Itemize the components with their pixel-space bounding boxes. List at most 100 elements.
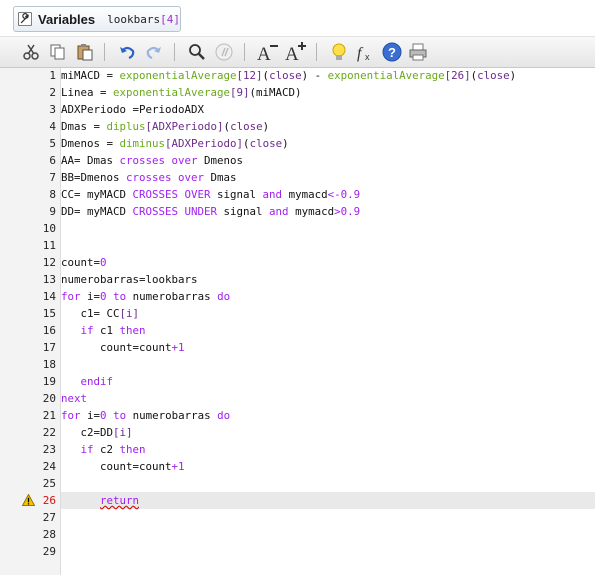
code-line[interactable]: 29 <box>0 543 595 560</box>
copy-button[interactable] <box>47 41 69 63</box>
print-icon <box>409 43 427 61</box>
code-text[interactable]: next <box>61 390 595 407</box>
code-text[interactable]: AA= Dmas crosses over Dmenos <box>61 152 595 169</box>
code-line[interactable]: 16 if c1 then <box>0 322 595 339</box>
code-text[interactable] <box>61 220 595 237</box>
code-text[interactable]: return <box>61 492 595 509</box>
code-line[interactable]: 26 return <box>0 492 595 509</box>
paste-button[interactable] <box>74 41 96 63</box>
code-text[interactable]: count=count+1 <box>61 339 595 356</box>
code-text[interactable] <box>61 543 595 560</box>
font-increase-button[interactable]: A <box>284 41 308 63</box>
code-token: close <box>230 120 263 133</box>
code-line[interactable]: 5 Dmenos = diminus[ADXPeriodo](close) <box>0 135 595 152</box>
code-text[interactable]: miMACD = exponentialAverage[12](close) -… <box>61 67 595 84</box>
code-text[interactable]: CC= myMACD CROSSES OVER signal and mymac… <box>61 186 595 203</box>
code-line[interactable]: 22 c2=DD[i] <box>0 424 595 441</box>
code-line[interactable]: 13 numerobarras=lookbars <box>0 271 595 288</box>
code-text[interactable]: Dmenos = diminus[ADXPeriodo](close) <box>61 135 595 152</box>
redo-button[interactable] <box>143 41 165 63</box>
code-text[interactable]: ADXPeriodo =PeriodoADX <box>61 101 595 118</box>
code-line[interactable]: 12 count=0 <box>0 254 595 271</box>
code-line[interactable]: 7 BB=Dmenos crosses over Dmas <box>0 169 595 186</box>
code-token: [26] <box>444 69 471 82</box>
code-token: ) <box>509 69 517 82</box>
code-line[interactable]: 2 Linea = exponentialAverage[9](miMACD) <box>0 84 595 101</box>
code-token: 0 <box>100 256 107 269</box>
cut-button[interactable] <box>20 41 42 63</box>
variables-button[interactable]: Variables lookbars[4] <box>13 6 181 32</box>
search-button[interactable] <box>186 41 208 63</box>
code-text[interactable] <box>61 475 595 492</box>
code-text[interactable]: count=0 <box>61 254 595 271</box>
code-token: to <box>113 409 127 422</box>
code-token: endif <box>80 375 114 388</box>
code-token: [9] <box>230 86 250 99</box>
line-number: 2 <box>49 86 56 99</box>
code-line[interactable]: 23 if c2 then <box>0 441 595 458</box>
code-text[interactable]: for i=0 to numerobarras do <box>61 407 595 424</box>
code-text[interactable] <box>61 356 595 373</box>
code-text[interactable]: c1= CC[i] <box>61 305 595 322</box>
font-decrease-button[interactable]: A <box>256 41 280 63</box>
code-text[interactable] <box>61 509 595 526</box>
code-line[interactable]: 20 next <box>0 390 595 407</box>
code-text[interactable] <box>61 526 595 543</box>
toolbar-separator <box>244 43 245 61</box>
code-token: and <box>269 205 289 218</box>
code-line[interactable]: 6 AA= Dmas crosses over Dmenos <box>0 152 595 169</box>
code-line[interactable]: 10 <box>0 220 595 237</box>
line-number: 11 <box>42 239 56 252</box>
code-line[interactable]: 4 Dmas = diplus[ADXPeriodo](close) <box>0 118 595 135</box>
code-line[interactable]: 21 for i=0 to numerobarras do <box>0 407 595 424</box>
code-text[interactable]: DD= myMACD CROSSES UNDER signal and myma… <box>61 203 595 220</box>
line-number: 17 <box>42 341 56 354</box>
code-line[interactable]: 18 <box>0 356 595 373</box>
code-line[interactable]: 17 count=count+1 <box>0 339 595 356</box>
help-button[interactable]: ? <box>381 41 403 63</box>
code-line[interactable]: 8 CC= myMACD CROSSES OVER signal and myma… <box>0 186 595 203</box>
undo-button[interactable] <box>116 41 138 63</box>
code-line[interactable]: 3 ADXPeriodo =PeriodoADX <box>0 101 595 118</box>
code-token: count= <box>61 256 101 269</box>
code-line[interactable]: 28 <box>0 526 595 543</box>
variables-label: Variables <box>38 11 96 27</box>
code-text[interactable]: Dmas = diplus[ADXPeriodo](close) <box>61 118 595 135</box>
code-token: for <box>61 290 81 303</box>
code-token: count=count <box>61 460 172 473</box>
line-number: 21 <box>42 409 56 422</box>
print-button[interactable] <box>407 41 429 63</box>
code-line[interactable]: 24 count=count+1 <box>0 458 595 475</box>
code-line[interactable]: 15 c1= CC[i] <box>0 305 595 322</box>
line-number: 24 <box>42 460 56 473</box>
code-line[interactable]: 19 endif <box>0 373 595 390</box>
code-text[interactable]: count=count+1 <box>61 458 595 475</box>
comment-button[interactable] <box>213 41 235 63</box>
code-text[interactable]: c2=DD[i] <box>61 424 595 441</box>
code-token: DD= myMACD <box>61 205 133 218</box>
lightbulb-button[interactable] <box>328 41 350 63</box>
code-line[interactable]: 25 <box>0 475 595 492</box>
code-line[interactable]: 1 miMACD = exponentialAverage[12](close) … <box>0 67 595 84</box>
code-text[interactable]: if c2 then <box>61 441 595 458</box>
function-button[interactable]: fx <box>355 41 377 63</box>
code-text[interactable]: if c1 then <box>61 322 595 339</box>
code-text[interactable]: endif <box>61 373 595 390</box>
code-token: diminus <box>119 137 166 150</box>
code-line[interactable]: 27 <box>0 509 595 526</box>
code-text[interactable]: BB=Dmenos crosses over Dmas <box>61 169 595 186</box>
code-text[interactable]: numerobarras=lookbars <box>61 271 595 288</box>
code-token: Dmenos = <box>61 137 120 150</box>
code-text[interactable] <box>61 237 595 254</box>
code-token: do <box>217 409 231 422</box>
code-text[interactable]: Linea = exponentialAverage[9](miMACD) <box>61 84 595 101</box>
code-line[interactable]: 11 <box>0 237 595 254</box>
code-text[interactable]: for i=0 to numerobarras do <box>61 288 595 305</box>
code-line[interactable]: 9 DD= myMACD CROSSES UNDER signal and mym… <box>0 203 595 220</box>
line-number: 9 <box>49 205 56 218</box>
code-token: [i] <box>119 307 140 320</box>
code-line[interactable]: 14 for i=0 to numerobarras do <box>0 288 595 305</box>
code-token: BB=Dmenos <box>61 171 127 184</box>
